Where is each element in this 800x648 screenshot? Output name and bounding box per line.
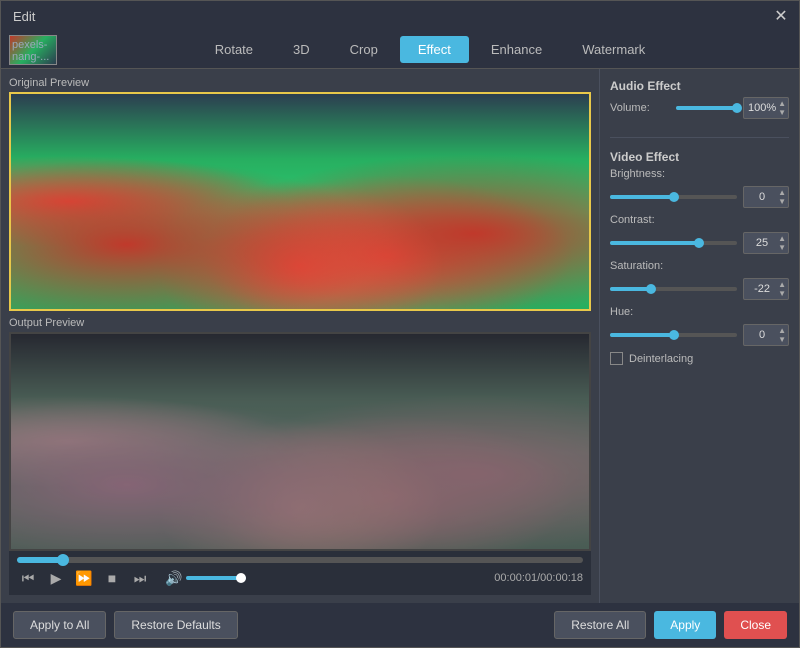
brightness-slider-fill (610, 195, 674, 199)
tab-rotate[interactable]: Rotate (197, 36, 271, 63)
audio-effect-section: Audio Effect Volume: 100% ▲ ▼ (610, 79, 789, 125)
saturation-arrows[interactable]: ▲ ▼ (778, 280, 786, 298)
title-bar: Edit ✕ (1, 1, 799, 31)
contrast-arrows[interactable]: ▲ ▼ (778, 234, 786, 252)
tab-list: Rotate 3D Crop Effect Enhance Watermark (69, 36, 791, 63)
contrast-input[interactable]: 25 ▲ ▼ (743, 232, 789, 254)
brightness-label: Brightness: (610, 168, 670, 180)
deinterlacing-label: Deinterlacing (629, 353, 693, 365)
volume-handle[interactable] (236, 573, 246, 583)
hue-row: Hue: (610, 306, 789, 318)
volume-slider-thumb[interactable] (732, 103, 742, 113)
volume-label: Volume: (610, 102, 670, 114)
skip-start-button[interactable]: ⏮ (17, 567, 39, 589)
progress-bar[interactable] (17, 557, 583, 563)
hue-slider-fill (610, 333, 674, 337)
bottom-bar: Apply to All Restore Defaults Restore Al… (1, 603, 799, 647)
hue-control-row: 0 ▲ ▼ (610, 324, 789, 346)
separator-1 (610, 137, 789, 138)
contrast-slider-track[interactable] (610, 241, 737, 245)
output-preview-section: Output Preview (9, 317, 591, 551)
original-preview-section: Original Preview (9, 77, 591, 311)
video-effect-section: Video Effect Brightness: 0 ▲ ▼ (610, 150, 789, 365)
output-preview-label: Output Preview (9, 317, 591, 329)
edit-window: Edit ✕ pexels-nang-... Rotate 3D Crop Ef… (0, 0, 800, 648)
preview-sections: Original Preview Output Preview (9, 77, 591, 551)
brightness-input[interactable]: 0 ▲ ▼ (743, 186, 789, 208)
brightness-arrows[interactable]: ▲ ▼ (778, 188, 786, 206)
tab-enhance[interactable]: Enhance (473, 36, 560, 63)
contrast-label: Contrast: (610, 214, 670, 226)
original-preview-image (11, 94, 589, 309)
saturation-slider-track[interactable] (610, 287, 737, 291)
volume-slider[interactable] (186, 576, 246, 580)
original-preview-box (9, 92, 591, 311)
tab-watermark[interactable]: Watermark (564, 36, 663, 63)
volume-slider-fill (676, 106, 737, 110)
apply-button[interactable]: Apply (654, 611, 716, 639)
tab-crop[interactable]: Crop (332, 36, 396, 63)
output-preview-box (9, 332, 591, 551)
close-window-button[interactable]: ✕ (771, 6, 791, 26)
brightness-slider-track[interactable] (610, 195, 737, 199)
saturation-control-row: -22 ▲ ▼ (610, 278, 789, 300)
main-content: Original Preview Output Preview (1, 69, 799, 603)
stop-button[interactable]: ■ (101, 567, 123, 589)
bottom-right-buttons: Restore All Apply Close (554, 611, 787, 639)
hue-slider-thumb[interactable] (669, 330, 679, 340)
deinterlacing-checkbox[interactable] (610, 352, 623, 365)
close-button[interactable]: Close (724, 611, 787, 639)
volume-row: Volume: 100% ▲ ▼ (610, 97, 789, 119)
play-button[interactable]: ▶ (45, 567, 67, 589)
window-title: Edit (13, 9, 35, 24)
apply-all-restore-group: Apply to All Restore Defaults (13, 611, 238, 639)
apply-to-all-button[interactable]: Apply to All (13, 611, 106, 639)
saturation-slider-fill (610, 287, 651, 291)
saturation-slider-thumb[interactable] (646, 284, 656, 294)
hue-input[interactable]: 0 ▲ ▼ (743, 324, 789, 346)
saturation-input[interactable]: -22 ▲ ▼ (743, 278, 789, 300)
volume-input[interactable]: 100% ▲ ▼ (743, 97, 789, 119)
volume-icon: 🔊 (165, 570, 182, 587)
fast-forward-button[interactable]: ⏩ (73, 567, 95, 589)
hue-arrows[interactable]: ▲ ▼ (778, 326, 786, 344)
controls-row: ⏮ ▶ ⏩ ■ ⏭ 🔊 00:00:01/00:00:18 (17, 567, 583, 589)
contrast-slider-fill (610, 241, 699, 245)
tab-3d[interactable]: 3D (275, 36, 328, 63)
output-preview-image (11, 334, 589, 549)
hue-label: Hue: (610, 306, 670, 318)
hue-slider-track[interactable] (610, 333, 737, 337)
volume-slider-track[interactable] (676, 106, 737, 110)
volume-area: 🔊 (165, 570, 246, 587)
brightness-row: Brightness: (610, 168, 789, 180)
volume-arrows[interactable]: ▲ ▼ (778, 99, 786, 117)
time-display: 00:00:01/00:00:18 (494, 572, 583, 584)
file-thumbnail: pexels-nang-... (9, 35, 57, 65)
video-effect-title: Video Effect (610, 150, 789, 164)
progress-fill (17, 557, 62, 563)
restore-defaults-button[interactable]: Restore Defaults (114, 611, 237, 639)
saturation-row: Saturation: (610, 260, 789, 272)
contrast-control-row: 25 ▲ ▼ (610, 232, 789, 254)
deinterlacing-row: Deinterlacing (610, 352, 789, 365)
tab-effect[interactable]: Effect (400, 36, 469, 63)
tab-bar: pexels-nang-... Rotate 3D Crop Effect En… (1, 31, 799, 69)
contrast-row: Contrast: (610, 214, 789, 226)
filename-label: pexels-nang-... (12, 39, 56, 63)
restore-all-button[interactable]: Restore All (554, 611, 646, 639)
progress-handle[interactable] (57, 554, 69, 566)
skip-end-button[interactable]: ⏭ (129, 567, 151, 589)
preview-area: Original Preview Output Preview (1, 69, 599, 603)
saturation-label: Saturation: (610, 260, 670, 272)
playback-bar: ⏮ ▶ ⏩ ■ ⏭ 🔊 00:00:01/00:00:18 (9, 551, 591, 595)
contrast-slider-thumb[interactable] (694, 238, 704, 248)
original-preview-label: Original Preview (9, 77, 591, 89)
brightness-slider-thumb[interactable] (669, 192, 679, 202)
right-panel: Audio Effect Volume: 100% ▲ ▼ (599, 69, 799, 603)
brightness-control-row: 0 ▲ ▼ (610, 186, 789, 208)
audio-effect-title: Audio Effect (610, 79, 789, 93)
